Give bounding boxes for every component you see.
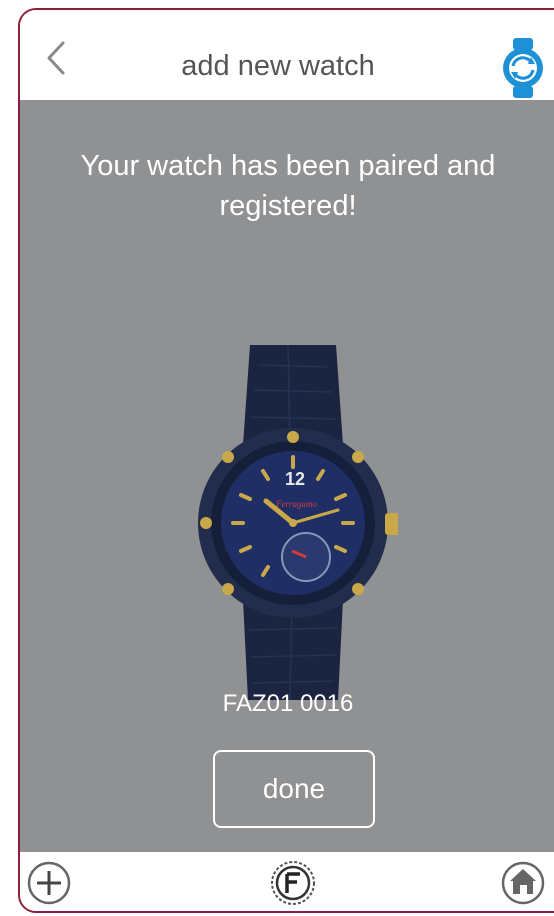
add-button[interactable]	[26, 860, 72, 906]
svg-text:Ferragamo: Ferragamo	[275, 499, 317, 509]
done-button[interactable]: done	[213, 750, 375, 828]
paired-message: Your watch has been paired and registere…	[80, 150, 496, 222]
home-button[interactable]	[500, 860, 546, 906]
home-icon	[501, 861, 545, 905]
svg-text:12: 12	[285, 469, 305, 489]
watch-sync-button[interactable]	[500, 36, 546, 100]
done-button-label: done	[262, 773, 326, 804]
main-content: Your watch has been paired and registere…	[20, 100, 554, 852]
watch-image: 12 Ferragamo	[188, 344, 399, 701]
brand-logo-button[interactable]	[270, 860, 316, 906]
page-title: add new watch	[181, 50, 375, 82]
bottom-toolbar	[20, 852, 554, 911]
watch-model-label: FAZ01 0016	[222, 690, 354, 717]
header: add new watch	[20, 10, 554, 100]
brand-logo-icon	[271, 861, 315, 905]
watch-sync-icon	[503, 38, 543, 98]
plus-circle-icon	[27, 861, 71, 905]
app-frame: add new watch Your watch has been paired…	[18, 8, 554, 913]
